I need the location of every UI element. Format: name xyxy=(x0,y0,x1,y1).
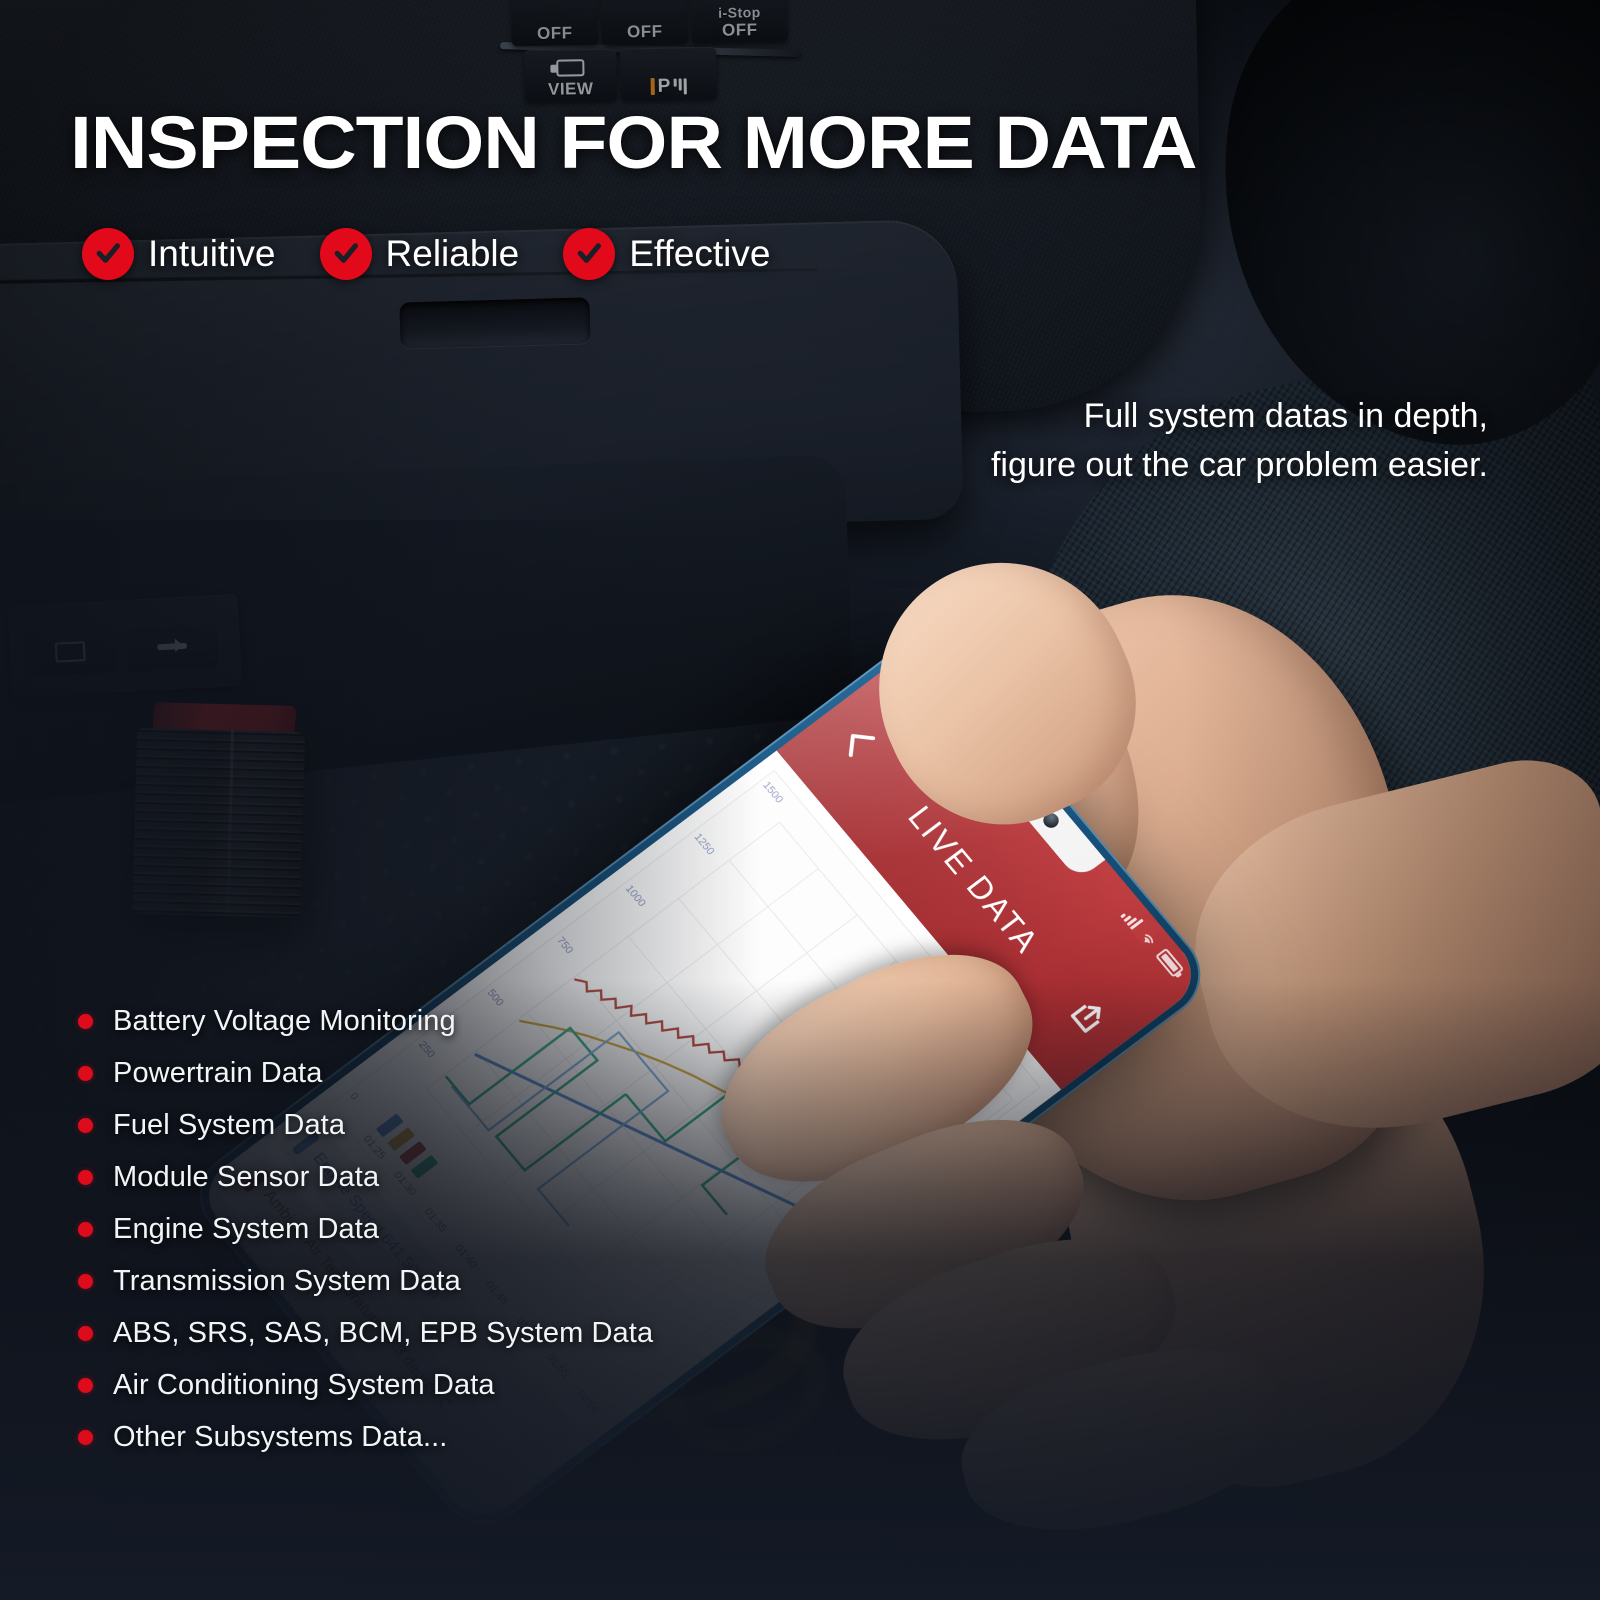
bullet-dot-icon xyxy=(78,1170,93,1185)
obd-dongle xyxy=(130,702,307,919)
list-item: Other Subsystems Data... xyxy=(78,1421,653,1454)
bullet-dot-icon xyxy=(78,1378,93,1393)
dongle-fin-texture xyxy=(132,727,306,919)
dash-button-label: OFF xyxy=(536,23,573,44)
feature-badges: Intuitive Reliable Effective xyxy=(82,228,770,280)
bullet-dot-icon xyxy=(78,1274,93,1289)
tagline-line-2: figure out the car problem easier. xyxy=(990,446,1488,485)
check-icon xyxy=(319,228,372,280)
badge-intuitive: Intuitive xyxy=(82,228,276,280)
page-title: INSPECTION FOR MORE DATA xyxy=(70,101,1198,184)
dash-button-label: OFF xyxy=(626,21,663,42)
list-item-label: ABS, SRS, SAS, BCM, EPB System Data xyxy=(113,1317,654,1349)
list-item: ABS, SRS, SAS, BCM, EPB System Data xyxy=(78,1317,653,1350)
switch-button-1[interactable] xyxy=(23,626,118,678)
dongle-body xyxy=(132,727,306,919)
list-item: Battery Voltage Monitoring xyxy=(78,1005,653,1038)
check-icon xyxy=(563,228,616,280)
tagline: Full system datas in depth, figure out t… xyxy=(991,392,1488,491)
arrow-icon xyxy=(157,636,188,658)
list-item-label: Other Subsystems Data... xyxy=(113,1421,448,1453)
bullet-dot-icon xyxy=(78,1014,93,1029)
list-item: Module Sensor Data xyxy=(78,1161,653,1194)
dash-button-label: VIEW xyxy=(547,79,594,99)
bullet-dot-icon xyxy=(78,1326,93,1341)
badge-effective: Effective xyxy=(563,228,770,280)
list-item: Fuel System Data xyxy=(78,1109,653,1142)
tagline-line-1: Full system datas in depth, xyxy=(1083,397,1488,435)
list-item-label: Fuel System Data xyxy=(113,1109,346,1141)
bullet-dot-icon xyxy=(78,1066,93,1081)
dash-button-label-top: i-Stop xyxy=(717,4,761,22)
list-item-label: Battery Voltage Monitoring xyxy=(113,1005,456,1037)
dash-button-istop[interactable]: i-Stop OFF xyxy=(690,0,788,44)
battery-full-icon xyxy=(1155,947,1185,978)
signal-bars-icon xyxy=(1120,907,1144,930)
camera-view-icon xyxy=(556,59,585,77)
list-item-label: Module Sensor Data xyxy=(113,1161,380,1193)
lower-switch-panel xyxy=(7,594,243,698)
list-item-label: Engine System Data xyxy=(113,1213,380,1245)
badge-label: Reliable xyxy=(385,233,520,274)
bullet-dot-icon xyxy=(78,1118,93,1133)
list-item: Air Conditioning System Data xyxy=(78,1369,653,1402)
dash-button-off-2[interactable]: OFF xyxy=(600,0,688,45)
glovebox-handle xyxy=(399,297,591,349)
parking-sensor-icon: P xyxy=(650,76,687,97)
feature-list: Battery Voltage Monitoring Powertrain Da… xyxy=(78,1005,653,1454)
list-item-label: Powertrain Data xyxy=(113,1057,323,1089)
badge-label: Effective xyxy=(629,233,771,274)
card-slot-icon xyxy=(54,641,86,663)
list-item: Powertrain Data xyxy=(78,1057,653,1090)
bullet-dot-icon xyxy=(78,1430,93,1445)
bullet-dot-icon xyxy=(78,1222,93,1237)
dash-button-off-1[interactable]: OFF xyxy=(510,0,598,47)
list-item: Engine System Data xyxy=(78,1213,653,1246)
list-item-label: Air Conditioning System Data xyxy=(113,1369,495,1401)
badge-reliable: Reliable xyxy=(319,228,520,280)
list-item: Transmission System Data xyxy=(78,1265,653,1298)
switch-button-2[interactable] xyxy=(124,621,220,672)
promo-banner: OFF OFF i-Stop OFF VIEW P 9:41 LIVE DATA… xyxy=(0,0,1600,1600)
dash-button-view[interactable]: VIEW xyxy=(524,48,617,103)
badge-label: Intuitive xyxy=(148,233,276,274)
dash-button-label: OFF xyxy=(721,20,758,40)
list-item-label: Transmission System Data xyxy=(113,1265,461,1297)
dash-button-parking-sensor[interactable]: P xyxy=(620,46,717,101)
check-icon xyxy=(82,228,134,280)
dashboard-button-cluster: OFF OFF i-Stop OFF VIEW P xyxy=(510,0,793,106)
